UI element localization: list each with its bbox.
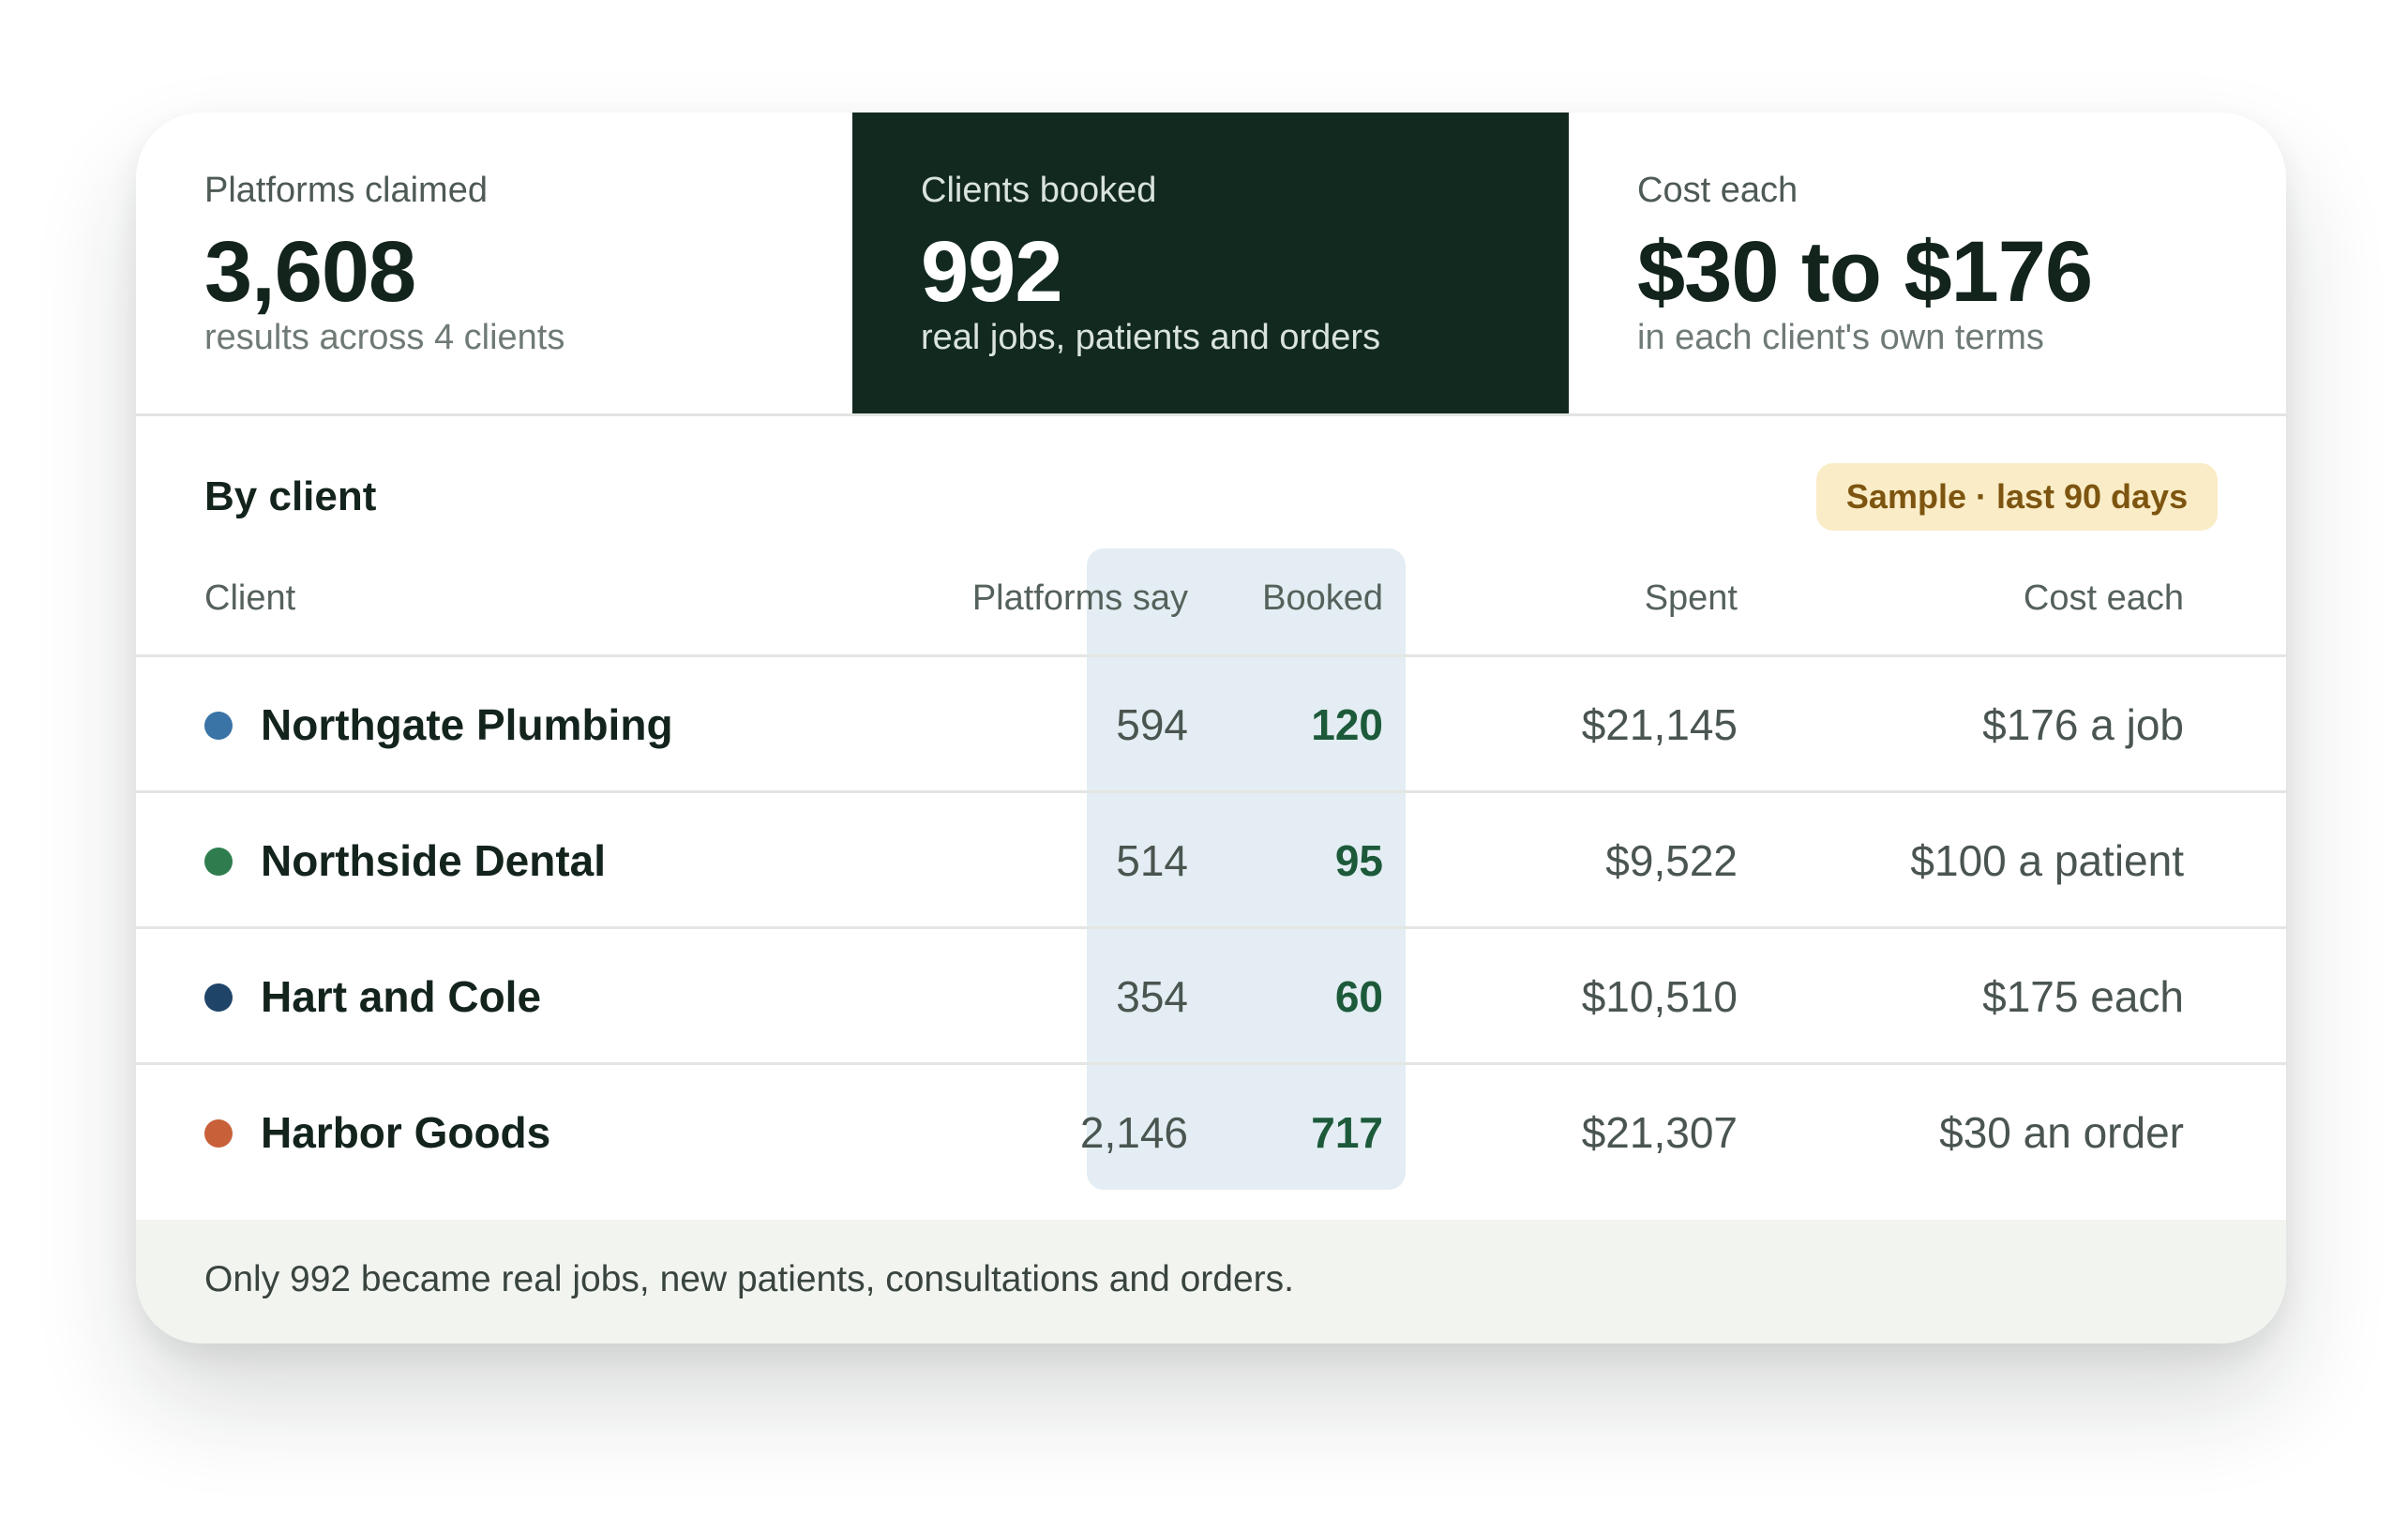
stats-row: Platforms claimed 3,608 results across 4… [136, 113, 2286, 416]
table-row: Northside Dental 514 95 $9,522 $100 a pa… [136, 793, 2286, 929]
footer-note-bar: Only 992 became real jobs, new patients,… [136, 1220, 2286, 1343]
column-header-platforms-say: Platforms say [971, 578, 1188, 618]
spent-value: $9,522 [1605, 836, 1738, 885]
stat-clients-booked: Clients booked 992 real jobs, patients a… [852, 113, 1569, 413]
stat-subtitle: in each client's own terms [1637, 318, 2044, 357]
booked-value: 717 [1311, 1108, 1383, 1157]
column-header-booked: Booked [1262, 578, 1383, 618]
client-color-dot [204, 848, 233, 876]
stat-label: Clients booked [921, 171, 1157, 210]
stat-cost-each: Cost each $30 to $176 in each client's o… [1569, 113, 2285, 413]
column-header-client: Client [204, 578, 296, 618]
platforms-say-value: 2,146 [1079, 1108, 1188, 1157]
stat-subtitle: real jobs, patients and orders [921, 318, 1381, 357]
platforms-say-value: 514 [1116, 836, 1188, 885]
sample-badge: Sample · last 90 days [1816, 463, 2218, 531]
booked-value: 120 [1311, 700, 1383, 749]
section-title: By client [204, 473, 377, 519]
table-row: Harbor Goods 2,146 717 $21,307 $30 an or… [136, 1065, 2286, 1201]
spent-value: $21,145 [1581, 700, 1738, 749]
stat-value: $30 to $176 [1637, 224, 2093, 320]
cost-each-value: $100 a patient [1910, 836, 2184, 885]
cost-each-value: $30 an order [1939, 1108, 2184, 1157]
table-row: Northgate Plumbing 594 120 $21,145 $176 … [136, 657, 2286, 793]
client-color-dot [204, 983, 233, 1012]
summary-card: Platforms claimed 3,608 results across 4… [136, 113, 2286, 1343]
cost-each-value: $176 a job [1982, 700, 2184, 749]
stat-value: 3,608 [204, 224, 416, 320]
spent-value: $10,510 [1581, 972, 1738, 1021]
stat-subtitle: results across 4 clients [204, 318, 565, 357]
table-row: Hart and Cole 354 60 $10,510 $175 each [136, 929, 2286, 1065]
cost-each-value: $175 each [1982, 972, 2184, 1021]
column-header-cost-each: Cost each [2023, 578, 2184, 618]
client-name: Harbor Goods [261, 1108, 551, 1157]
stat-label: Cost each [1637, 171, 1798, 210]
client-color-dot [204, 712, 233, 740]
stat-platforms-claimed: Platforms claimed 3,608 results across 4… [136, 113, 852, 413]
column-header-spent: Spent [1644, 578, 1738, 618]
booked-value: 95 [1334, 836, 1383, 885]
platforms-say-value: 354 [1116, 972, 1188, 1021]
platforms-say-value: 594 [1116, 700, 1188, 749]
client-name: Northside Dental [261, 836, 607, 885]
booked-value: 60 [1334, 972, 1383, 1021]
client-color-dot [204, 1119, 233, 1148]
client-name: Hart and Cole [261, 972, 542, 1021]
spent-value: $21,307 [1581, 1108, 1738, 1157]
stat-label: Platforms claimed [204, 171, 488, 210]
footer-note: Only 992 became real jobs, new patients,… [204, 1259, 1295, 1299]
stat-value: 992 [921, 224, 1062, 320]
client-name: Northgate Plumbing [261, 700, 673, 749]
